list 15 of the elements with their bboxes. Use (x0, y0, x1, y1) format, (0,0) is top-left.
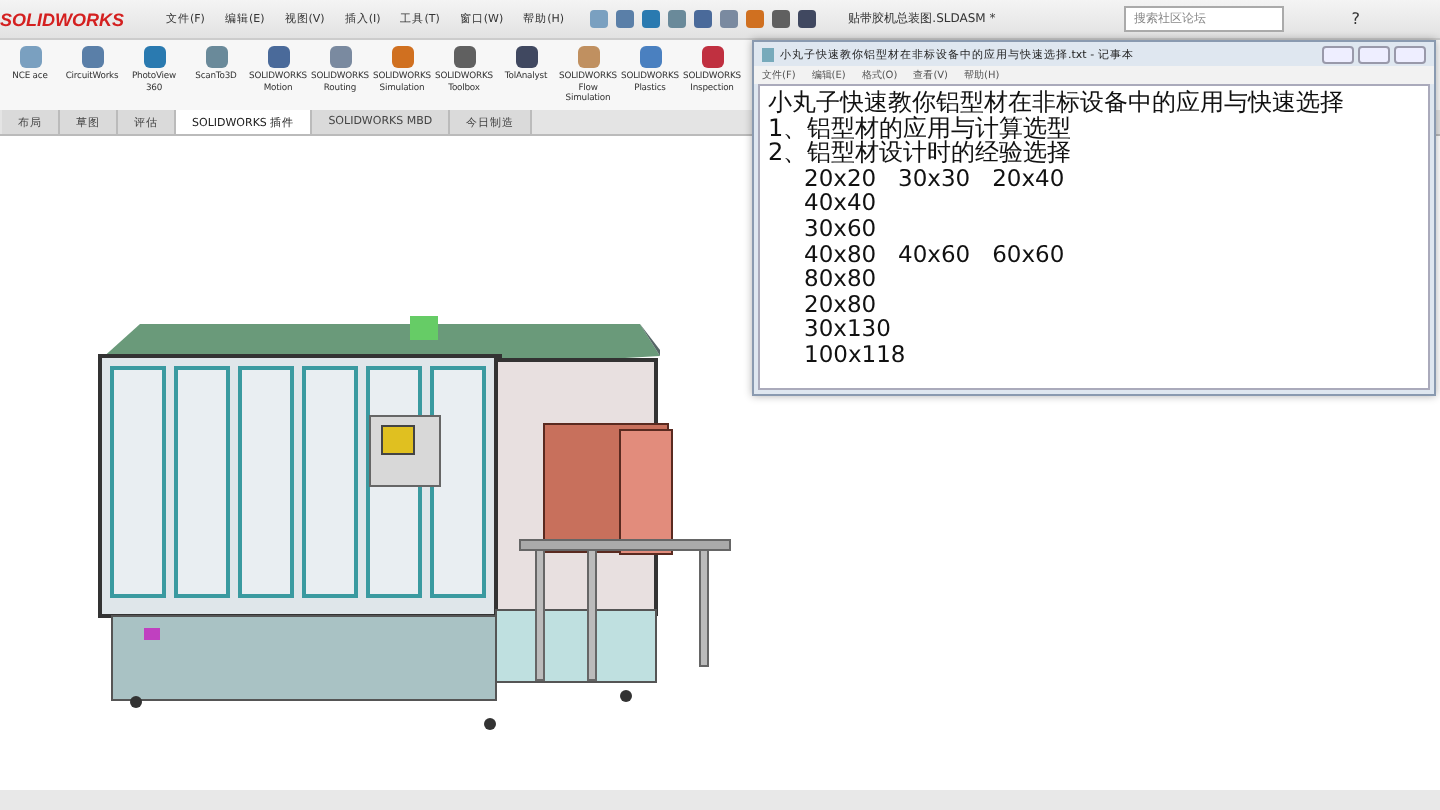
text-line: 20x80 (802, 291, 879, 317)
text-line: 40x40 (802, 190, 879, 216)
text-line: 40x80 40x60 60x60 (802, 241, 1067, 267)
text-line: 小丸子快速教你铝型材在非标设备中的应用与快速选择 (768, 90, 1346, 116)
text-line: 2、铝型材设计时的经验选择 (768, 140, 1074, 166)
app-logo: SOLIDWORKS (0, 9, 126, 29)
text-line: 30x60 (802, 215, 879, 242)
text-area[interactable]: 小丸子快速教你铝型材在非标设备中的应用与快速选择 1、铝型材的应用与计算选型 2、铝型材设计时的经验选择 20x20 30x30 20x40 40x40 30x60 40x80 40x60 60x60 80x80 20x80 30x130 100x118 (758, 84, 1430, 390)
notepad-icon (762, 47, 774, 61)
text-line: 20x20 30x30 20x40 (802, 165, 1065, 191)
text-line: 100x118 (802, 341, 908, 368)
text-line: 1、铝型材的应用与计算选型 (768, 115, 1072, 141)
text-line: 80x80 (802, 266, 879, 292)
text-line: 30x130 (802, 316, 893, 342)
help-button[interactable]: ? (1351, 10, 1360, 28)
